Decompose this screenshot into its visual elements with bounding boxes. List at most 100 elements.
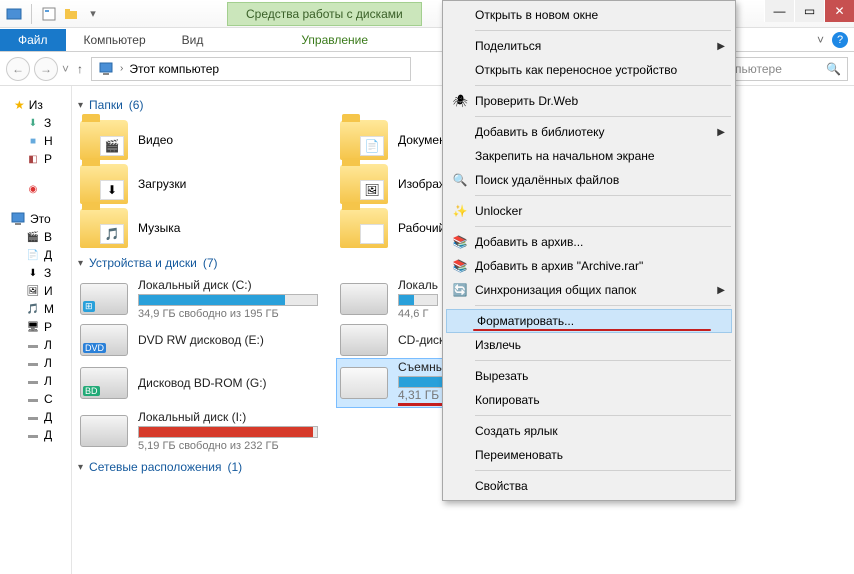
ctx-add-archive[interactable]: 📚Добавить в архив... bbox=[445, 230, 733, 254]
qat-folder-icon[interactable] bbox=[63, 6, 79, 22]
breadcrumb-location: Этот компьютер bbox=[129, 62, 219, 76]
tab-file[interactable]: Файл bbox=[0, 29, 66, 51]
usage-bar bbox=[398, 294, 438, 306]
spider-icon: 🕷 bbox=[451, 92, 469, 110]
nav-item[interactable]: Р bbox=[44, 320, 52, 334]
nav-item[interactable]: Л bbox=[44, 338, 52, 352]
ctx-search-deleted[interactable]: 🔍Поиск удалённых файлов bbox=[445, 168, 733, 192]
separator bbox=[475, 470, 731, 471]
nav-item[interactable]: Л bbox=[44, 374, 52, 388]
nav-item[interactable]: И bbox=[44, 284, 53, 298]
pc-icon bbox=[10, 212, 26, 226]
qat-dropdown-icon[interactable]: ▾ bbox=[85, 6, 101, 22]
folder-music[interactable]: 🎵Музыка bbox=[76, 206, 336, 250]
divider bbox=[31, 4, 32, 24]
ctx-sync-shared[interactable]: 🔄Синхронизация общих папок▶ bbox=[445, 278, 733, 302]
pc-icon bbox=[98, 62, 114, 76]
drive-label: CD-диск bbox=[398, 333, 444, 347]
separator bbox=[475, 415, 731, 416]
submenu-arrow-icon: ▶ bbox=[717, 41, 725, 52]
ctx-format[interactable]: Форматировать... bbox=[446, 309, 732, 333]
nav-item[interactable]: Д bbox=[44, 410, 52, 424]
folder-video[interactable]: 🎬Видео bbox=[76, 118, 336, 162]
ctx-share[interactable]: Поделиться▶ bbox=[445, 34, 733, 58]
search-icon: 🔍 bbox=[451, 171, 469, 189]
cd-drive-icon bbox=[340, 324, 388, 356]
ctx-open-new-window[interactable]: Открыть в новом окне bbox=[445, 3, 733, 27]
nav-this-pc[interactable]: Это bbox=[30, 212, 51, 226]
qat-properties-icon[interactable] bbox=[41, 6, 57, 22]
ribbon-expand-icon[interactable]: ˅ bbox=[817, 33, 824, 47]
nav-item[interactable]: Н bbox=[44, 134, 53, 148]
ctx-cut[interactable]: Вырезать bbox=[445, 364, 733, 388]
nav-item[interactable]: З bbox=[44, 116, 51, 130]
nav-item[interactable]: Д bbox=[44, 248, 52, 262]
nav-item[interactable]: М bbox=[44, 302, 54, 316]
ctx-properties[interactable]: Свойства bbox=[445, 474, 733, 498]
tab-manage[interactable]: Управление bbox=[283, 29, 386, 51]
system-icon bbox=[6, 6, 22, 22]
drive-bd[interactable]: BD Дисковод BD-ROM (G:) bbox=[76, 358, 336, 408]
ctx-open-portable[interactable]: Открыть как переносное устройство bbox=[445, 58, 733, 82]
ctx-copy[interactable]: Копировать bbox=[445, 388, 733, 412]
folder-icon: 📄 bbox=[340, 120, 388, 160]
close-button[interactable]: ✕ bbox=[824, 0, 854, 22]
minimize-button[interactable]: — bbox=[764, 0, 794, 22]
maximize-button[interactable]: ▭ bbox=[794, 0, 824, 22]
folder-icon: ⬇ bbox=[80, 164, 128, 204]
drive-i[interactable]: Локальный диск (I:) 5,19 ГБ свободно из … bbox=[76, 408, 336, 454]
recent-dropdown-icon[interactable]: ˅ bbox=[62, 62, 69, 76]
caret-down-icon: ▾ bbox=[78, 100, 83, 111]
ctx-add-archive-rar[interactable]: 📚Добавить в архив "Archive.rar" bbox=[445, 254, 733, 278]
removable-drive-icon bbox=[340, 367, 388, 399]
usage-bar bbox=[138, 294, 318, 306]
tab-view[interactable]: Вид bbox=[164, 29, 222, 51]
breadcrumb[interactable]: › Этот компьютер bbox=[91, 57, 411, 81]
nav-favorites[interactable]: Из bbox=[29, 98, 43, 112]
nav-item[interactable]: Р bbox=[44, 152, 52, 166]
drive-freespace: 5,19 ГБ свободно из 232 ГБ bbox=[138, 440, 318, 452]
ctx-drweb[interactable]: 🕷Проверить Dr.Web bbox=[445, 89, 733, 113]
submenu-arrow-icon: ▶ bbox=[717, 285, 725, 296]
ctx-create-shortcut[interactable]: Создать ярлык bbox=[445, 419, 733, 443]
ctx-pin-start[interactable]: Закрепить на начальном экране bbox=[445, 144, 733, 168]
ctx-add-library[interactable]: Добавить в библиотеку▶ bbox=[445, 120, 733, 144]
section-title: Устройства и диски bbox=[89, 256, 197, 270]
nav-item[interactable]: В bbox=[44, 230, 52, 244]
separator bbox=[475, 226, 731, 227]
separator bbox=[475, 360, 731, 361]
bd-drive-icon: BD bbox=[80, 367, 128, 399]
folder-downloads[interactable]: ⬇ Загрузки bbox=[76, 162, 336, 206]
drive-label: Локальный диск (I:) bbox=[138, 410, 318, 424]
contextual-tool-tab: Средства работы с дисками bbox=[227, 2, 422, 26]
nav-up-button[interactable]: ↑ bbox=[73, 62, 87, 76]
nav-back-button[interactable]: ← bbox=[6, 57, 30, 81]
drive-c[interactable]: ⊞ Локальный диск (C:) 34,9 ГБ свободно и… bbox=[76, 276, 336, 322]
nav-item[interactable]: С bbox=[44, 392, 53, 406]
drive-label: Локальный диск (C:) bbox=[138, 278, 318, 292]
search-input[interactable]: пьютере 🔍 bbox=[728, 57, 848, 81]
archive-icon: 📚 bbox=[451, 257, 469, 275]
nav-forward-button[interactable]: → bbox=[34, 57, 58, 81]
caret-down-icon: ▾ bbox=[78, 258, 83, 269]
drive-icon bbox=[340, 283, 388, 315]
folder-icon bbox=[340, 208, 388, 248]
caret-down-icon: ▾ bbox=[78, 462, 83, 473]
ctx-unlocker[interactable]: ✨Unlocker bbox=[445, 199, 733, 223]
folder-icon: 🎬 bbox=[80, 120, 128, 160]
separator bbox=[475, 85, 731, 86]
nav-item[interactable]: Д bbox=[44, 428, 52, 442]
submenu-arrow-icon: ▶ bbox=[717, 127, 725, 138]
nav-item[interactable]: З bbox=[44, 266, 51, 280]
ctx-rename[interactable]: Переименовать bbox=[445, 443, 733, 467]
help-icon[interactable]: ? bbox=[832, 32, 848, 48]
tab-computer[interactable]: Компьютер bbox=[66, 29, 164, 51]
breadcrumb-sep-icon: › bbox=[120, 63, 123, 74]
separator bbox=[475, 305, 731, 306]
nav-item[interactable]: Л bbox=[44, 356, 52, 370]
ctx-eject[interactable]: Извлечь bbox=[445, 333, 733, 357]
drive-label: DVD RW дисковод (E:) bbox=[138, 333, 264, 347]
folder-label: Загрузки bbox=[138, 177, 186, 191]
wand-icon: ✨ bbox=[451, 202, 469, 220]
drive-dvd[interactable]: DVD DVD RW дисковод (E:) bbox=[76, 322, 336, 358]
